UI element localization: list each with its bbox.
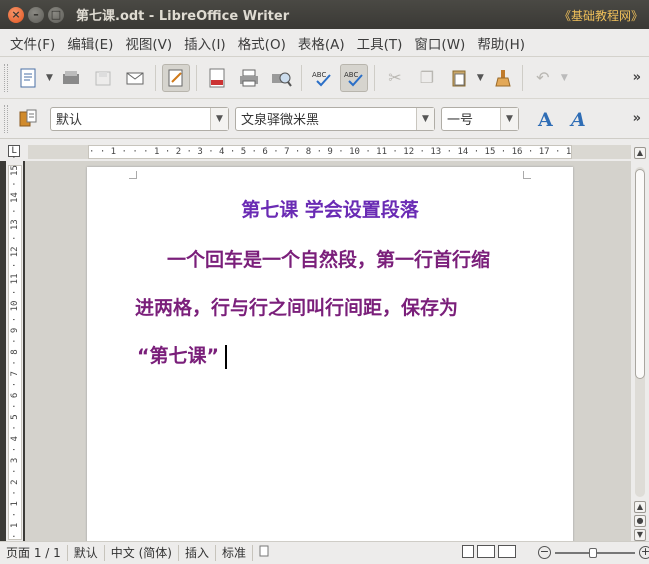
paste-icon[interactable] xyxy=(445,64,473,92)
text-language[interactable]: 中文 (简体) xyxy=(105,545,179,561)
document-modified-icon xyxy=(253,545,275,561)
menu-edit[interactable]: 编辑(E) xyxy=(61,33,119,53)
auto-spellcheck-icon[interactable]: ABC xyxy=(339,63,368,92)
menu-file[interactable]: 文件(F) xyxy=(4,33,61,53)
standard-toolbar: ▼ ABC ABC ✂ ❐ ▼ ↶ ▼ » xyxy=(0,57,649,99)
insert-mode[interactable]: 插入 xyxy=(179,545,216,561)
text-boundary-mark xyxy=(129,171,137,179)
toolbar-separator xyxy=(154,64,156,91)
vertical-ruler[interactable]: · 1 · 1 · 2 · 3 · 4 · 5 · 6 · 7 · 8 · 9 … xyxy=(8,154,22,540)
print-preview-icon[interactable] xyxy=(267,64,295,92)
page-style[interactable]: 默认 xyxy=(68,545,105,561)
font-name-select[interactable]: 文泉驿微米黑 ▼ xyxy=(235,106,435,131)
more-format-chevron-icon[interactable]: » xyxy=(633,111,641,126)
new-dropdown-arrow-icon[interactable]: ▼ xyxy=(46,73,53,83)
font-size-select[interactable]: 一号 ▼ xyxy=(441,106,519,131)
document-line-text: “第七课” xyxy=(137,345,219,367)
multi-page-view-icon[interactable] xyxy=(477,545,495,558)
zoom-in-icon[interactable]: + xyxy=(639,546,649,559)
spellcheck-icon[interactable]: ABC xyxy=(308,64,336,92)
horizontal-ruler[interactable]: · · 1 · · · 1 · 2 · 3 · 4 · 5 · 6 · 7 · … xyxy=(88,145,572,159)
view-layout-group xyxy=(462,545,519,558)
watermark: 《基础教程网》 xyxy=(558,9,643,23)
zoom-slider-knob[interactable] xyxy=(589,547,597,558)
vertical-ruler-ticks: · 1 · 1 · 2 · 3 · 4 · 5 · 6 · 7 · 8 · 9 … xyxy=(10,154,20,539)
vertical-scrollbar[interactable]: ▲ ▲ ● ▼ xyxy=(631,139,649,541)
undo-dropdown-arrow-icon[interactable]: ▼ xyxy=(561,73,568,83)
paragraph-style-value: 默认 xyxy=(56,113,83,128)
chevron-down-icon[interactable]: ▼ xyxy=(500,107,518,130)
svg-text:ABC: ABC xyxy=(312,71,326,79)
font-name-value: 文泉驿微米黑 xyxy=(241,113,320,128)
zoom-slider[interactable] xyxy=(555,547,635,558)
maximize-window-button[interactable]: □ xyxy=(48,6,64,23)
toolbar-grip[interactable] xyxy=(4,104,8,133)
toolbar-separator xyxy=(195,64,197,91)
scroll-thumb[interactable] xyxy=(635,169,645,379)
font-size-value: 一号 xyxy=(447,113,474,128)
toolbar-grip[interactable] xyxy=(4,63,8,92)
document-title[interactable]: 第七课 学会设置段落 xyxy=(87,195,573,222)
menu-window[interactable]: 窗口(W) xyxy=(408,33,471,53)
next-page-icon[interactable]: ▼ xyxy=(634,529,646,541)
status-bar: 页面 1 / 1 默认 中文 (简体) 插入 标准 − + xyxy=(0,541,649,564)
formatting-toolbar: 默认 ▼ 文泉驿微米黑 ▼ 一号 ▼ A A » xyxy=(0,99,649,139)
undo-icon[interactable]: ↶ xyxy=(529,64,557,92)
open-icon[interactable] xyxy=(57,64,85,92)
chevron-down-icon[interactable]: ▼ xyxy=(210,107,228,130)
print-icon[interactable] xyxy=(235,64,263,92)
menu-view[interactable]: 视图(V) xyxy=(119,33,178,53)
document-paragraph-line[interactable]: 一个回车是一个自然段，第一行首行缩 xyxy=(167,245,490,272)
document-paragraph-line[interactable]: “第七课” xyxy=(137,341,227,369)
close-window-button[interactable]: × xyxy=(8,6,24,23)
cut-icon[interactable]: ✂ xyxy=(381,64,409,92)
ruler-row: L · · 1 · · · 1 · 2 · 3 · 4 · 5 · 6 · 7 … xyxy=(0,139,649,161)
text-cursor xyxy=(224,344,227,369)
svg-text:A: A xyxy=(537,109,553,129)
zoom-control: − + xyxy=(538,546,649,559)
menu-bar: 文件(F) 编辑(E) 视图(V) 插入(I) 格式(O) 表格(A) 工具(T… xyxy=(0,29,649,57)
navigator-icon[interactable]: ● xyxy=(634,515,646,527)
new-document-icon[interactable] xyxy=(14,64,42,92)
single-page-view-icon[interactable] xyxy=(462,545,474,558)
document-area[interactable]: 第七课 学会设置段落 一个回车是一个自然段，第一行首行缩 进两格，行与行之间叫行… xyxy=(25,161,631,541)
selection-mode[interactable]: 标准 xyxy=(216,545,253,561)
paste-dropdown-arrow-icon[interactable]: ▼ xyxy=(477,73,484,83)
email-icon[interactable] xyxy=(121,64,149,92)
previous-page-icon[interactable]: ▲ xyxy=(634,501,646,513)
zoom-out-icon[interactable]: − xyxy=(538,546,551,559)
edit-mode-icon[interactable] xyxy=(161,63,190,92)
menu-tools[interactable]: 工具(T) xyxy=(351,33,409,53)
svg-text:A: A xyxy=(569,109,586,129)
document-paragraph-line[interactable]: 进两格，行与行之间叫行间距，保存为 xyxy=(135,293,458,320)
page-count[interactable]: 页面 1 / 1 xyxy=(0,545,68,561)
menu-help[interactable]: 帮助(H) xyxy=(471,33,531,53)
document-page[interactable]: 第七课 学会设置段落 一个回车是一个自然段，第一行首行缩 进两格，行与行之间叫行… xyxy=(87,167,573,541)
more-tools-chevron-icon[interactable]: » xyxy=(633,70,641,85)
svg-text:ABC: ABC xyxy=(344,71,358,79)
scroll-up-icon[interactable]: ▲ xyxy=(634,147,646,159)
menu-insert[interactable]: 插入(I) xyxy=(178,33,232,53)
toolbar-separator xyxy=(300,64,302,91)
minimize-window-button[interactable]: – xyxy=(28,6,44,23)
chevron-down-icon[interactable]: ▼ xyxy=(416,107,434,130)
save-icon[interactable] xyxy=(89,64,117,92)
clone-formatting-icon[interactable] xyxy=(488,64,516,92)
title-bar: × – □ 第七课.odt - LibreOffice Writer 《基础教程… xyxy=(0,0,649,29)
export-pdf-icon[interactable] xyxy=(203,64,231,92)
window-title: 第七课.odt - LibreOffice Writer xyxy=(76,9,290,24)
styles-formatting-icon[interactable] xyxy=(14,105,42,133)
italic-font-icon[interactable]: A xyxy=(565,105,593,133)
copy-icon[interactable]: ❐ xyxy=(413,64,441,92)
paragraph-style-select[interactable]: 默认 ▼ xyxy=(50,106,229,131)
text-boundary-mark xyxy=(523,171,531,179)
book-view-icon[interactable] xyxy=(498,545,516,558)
toolbar-separator xyxy=(373,64,375,91)
bold-font-icon[interactable]: A xyxy=(533,105,561,133)
menu-table[interactable]: 表格(A) xyxy=(292,33,351,53)
toolbar-separator xyxy=(521,64,523,91)
menu-format[interactable]: 格式(O) xyxy=(232,33,292,53)
